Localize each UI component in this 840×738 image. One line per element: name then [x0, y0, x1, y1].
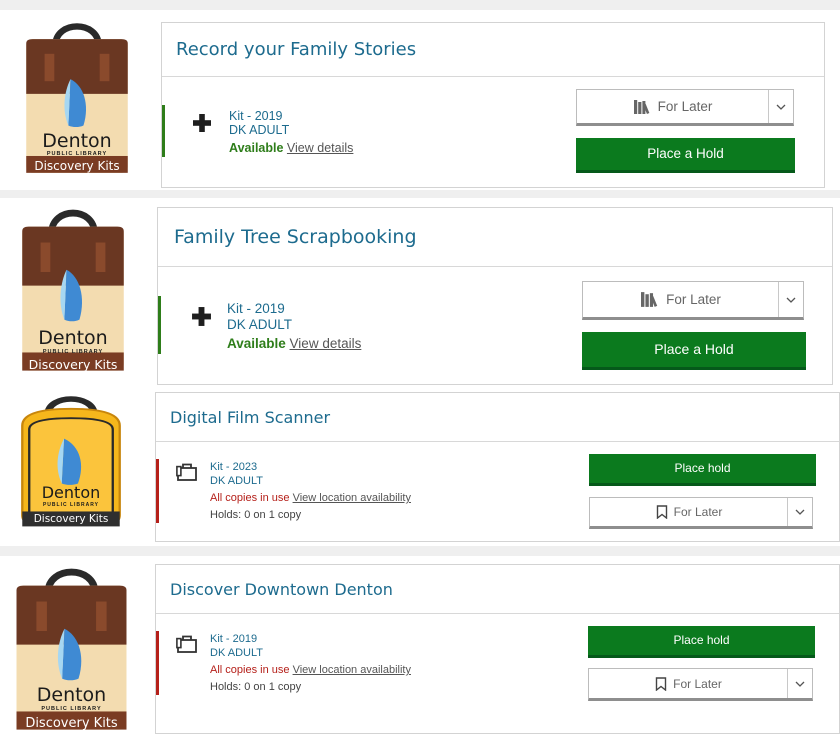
format-link[interactable]: Kit - 2019 [210, 633, 257, 646]
bookmark-icon [656, 505, 668, 519]
for-later-toggle[interactable] [787, 498, 812, 526]
chevron-down-icon [786, 297, 796, 303]
title-bar: Family Tree Scrapbooking [158, 208, 832, 267]
result-card: Discover Downtown Denton Kit - 2019 DK A… [155, 564, 840, 734]
for-later-label: For Later [666, 292, 721, 307]
for-later-toggle[interactable] [778, 282, 803, 317]
collection-label: DK ADULT [210, 647, 263, 659]
result-card: Digital Film Scanner Kit - 2023 DK ADULT… [155, 392, 840, 542]
collection-label: DK ADULT [229, 123, 290, 137]
title-bar: Digital Film Scanner [156, 393, 839, 442]
for-later-label: For Later [673, 505, 723, 519]
for-later-dropdown[interactable]: For Later [588, 668, 813, 701]
availability-accent [162, 105, 165, 157]
cover-image[interactable]: Denton PUBLIC LIBRARY Discovery Kits [13, 392, 129, 532]
format-link[interactable]: Kit - 2019 [227, 302, 285, 316]
availability-accent [158, 296, 161, 354]
availability-line: Available View details [227, 337, 361, 351]
cover-banner: Discovery Kits [33, 513, 109, 525]
cover-banner: Discovery Kits [28, 357, 118, 372]
cover-brand-sub: PUBLIC LIBRARY [46, 151, 108, 157]
cover-brand-sub: PUBLIC LIBRARY [42, 502, 100, 508]
availability-status: All copies in use [210, 664, 290, 676]
bookmark-icon [655, 677, 667, 691]
format-link[interactable]: Kit - 2019 [229, 109, 283, 123]
collection-label: DK ADULT [210, 475, 263, 487]
collection-label: DK ADULT [227, 317, 293, 332]
for-later-dropdown[interactable]: For Later [582, 281, 804, 320]
plus-icon[interactable] [192, 113, 212, 133]
view-details-link[interactable]: View details [290, 336, 362, 351]
for-later-dropdown[interactable]: For Later [576, 89, 794, 126]
result-title[interactable]: Digital Film Scanner [170, 408, 330, 427]
result-title[interactable]: Discover Downtown Denton [170, 580, 393, 599]
result-title[interactable]: Family Tree Scrapbooking [174, 226, 417, 248]
for-later-dropdown[interactable]: For Later [589, 497, 813, 529]
cover-brand-sub: PUBLIC LIBRARY [41, 706, 102, 712]
cover-image[interactable]: Denton PUBLIC LIBRARY Discovery Kits [23, 18, 131, 176]
chevron-down-icon [776, 104, 786, 110]
result-card: Record your Family Stories Kit - 2019 DK… [161, 22, 825, 188]
cover-brand: Denton [38, 327, 108, 349]
availability-status: All copies in use [210, 492, 290, 504]
title-bar: Record your Family Stories [162, 23, 824, 77]
place-hold-button[interactable]: Place hold [589, 454, 816, 486]
plus-icon[interactable] [191, 306, 212, 327]
chevron-down-icon [795, 681, 805, 687]
holds-count: Holds: 0 on 1 copy [210, 509, 302, 521]
cover-image[interactable]: Denton PUBLIC LIBRARY Discovery Kits [13, 563, 130, 733]
kit-case-icon[interactable] [176, 634, 198, 654]
place-hold-button[interactable]: Place hold [588, 626, 815, 658]
availability-line: Available View details [229, 141, 353, 155]
for-later-toggle[interactable] [787, 669, 812, 698]
availability-accent [156, 459, 159, 523]
for-later-label: For Later [657, 99, 713, 114]
view-details-link[interactable]: View details [287, 141, 353, 155]
cover-brand: Denton [36, 684, 107, 706]
cover-banner: Discovery Kits [34, 159, 120, 173]
place-hold-button[interactable]: Place a Hold [576, 138, 795, 173]
for-later-toggle[interactable] [768, 90, 793, 123]
shelf-icon [641, 291, 660, 308]
for-later-label: For Later [673, 676, 722, 691]
availability-status: Available [227, 336, 286, 351]
result-card: Family Tree Scrapbooking Kit - 2019 DK A… [157, 207, 833, 385]
cover-image[interactable]: Denton PUBLIC LIBRARY Discovery Kits [19, 204, 127, 374]
cover-brand: Denton [42, 130, 112, 152]
availability-line: All copies in use View location availabi… [210, 664, 411, 677]
format-link[interactable]: Kit - 2023 [210, 461, 257, 474]
cover-brand-sub: PUBLIC LIBRARY [42, 349, 104, 355]
shelf-icon [634, 99, 652, 115]
availability-accent [156, 631, 159, 695]
availability-line: All copies in use View location availabi… [210, 492, 411, 505]
discovery-kit-backpack-image [13, 392, 129, 532]
chevron-down-icon [795, 509, 805, 515]
view-location-availability-link[interactable]: View location availability [293, 492, 411, 504]
kit-case-icon[interactable] [176, 462, 198, 482]
view-location-availability-link[interactable]: View location availability [293, 664, 411, 676]
availability-status: Available [229, 141, 284, 155]
result-title[interactable]: Record your Family Stories [176, 39, 416, 60]
place-hold-button[interactable]: Place a Hold [582, 332, 806, 370]
cover-brand: Denton [41, 483, 101, 502]
cover-banner: Discovery Kits [25, 716, 118, 731]
title-bar: Discover Downtown Denton [156, 565, 839, 614]
holds-count: Holds: 0 on 1 copy [210, 681, 302, 693]
